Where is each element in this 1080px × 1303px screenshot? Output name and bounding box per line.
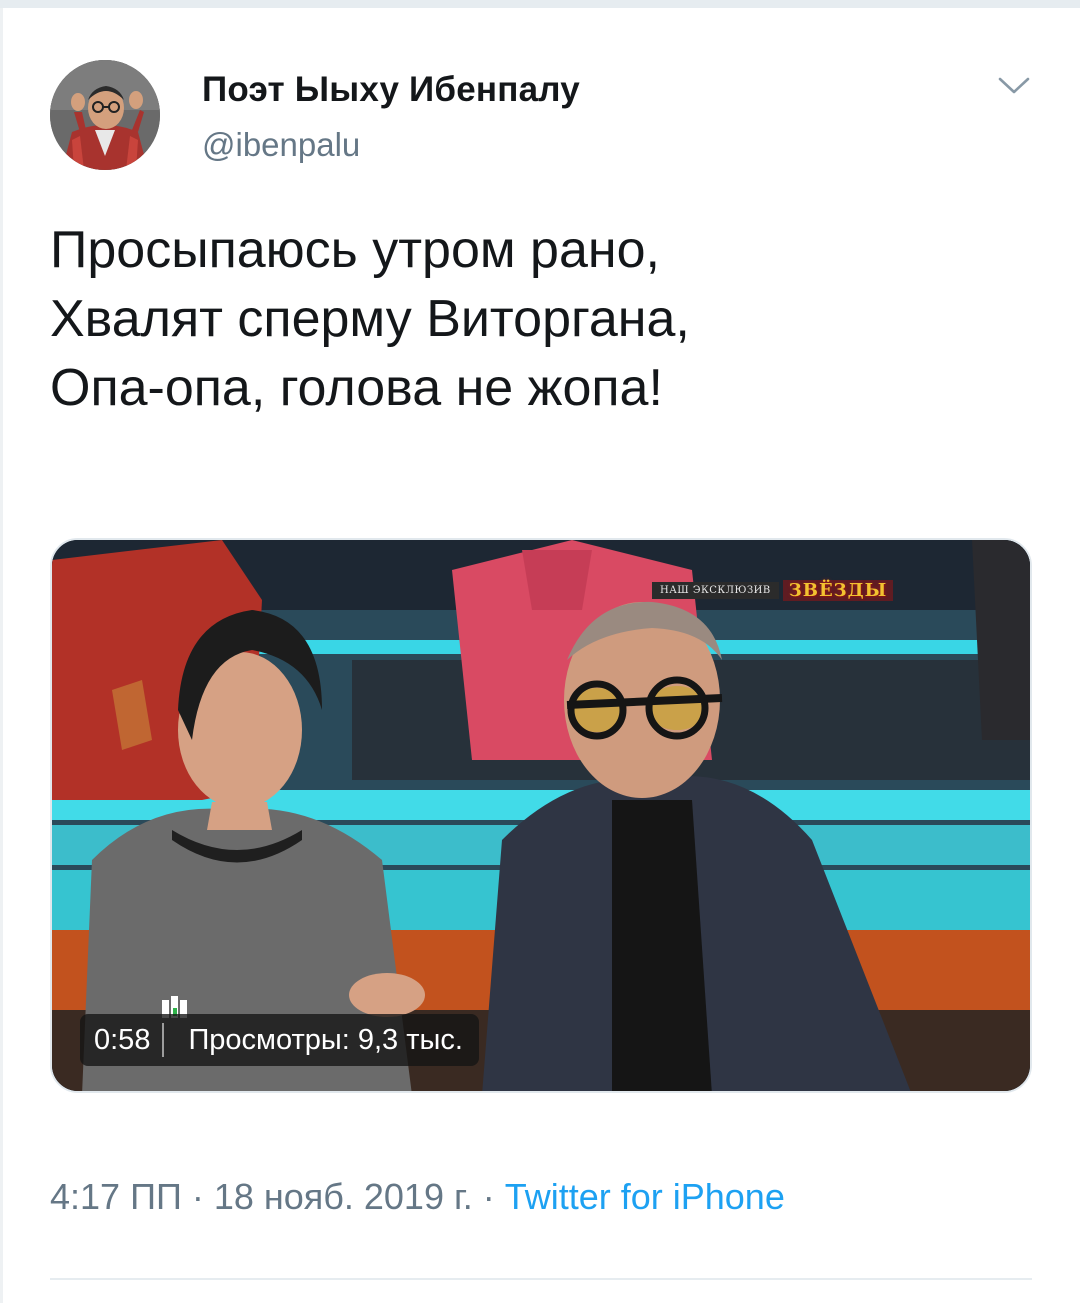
author-avatar[interactable] <box>50 60 160 170</box>
video-player[interactable]: НАШ ЭКСКЛЮЗИВ ЗВЁЗДЫ 0:58 Просмотры: 9,3… <box>50 538 1032 1093</box>
author-handle[interactable]: @ibenpalu <box>202 126 360 164</box>
exclusive-tag: НАШ ЭКСКЛЮЗИВ <box>652 582 779 599</box>
tweet-time[interactable]: 4:17 ПП <box>50 1176 182 1217</box>
video-stats-badge: 0:58 Просмотры: 9,3 тыс. <box>80 1014 479 1066</box>
bottom-divider <box>50 1278 1032 1280</box>
video-duration: 0:58 <box>94 1024 151 1056</box>
tweet-options-button[interactable] <box>992 66 1036 106</box>
video-view-count: Просмотры: 9,3 тыс. <box>188 1024 463 1056</box>
video-frame <box>52 540 1030 1091</box>
tweet-source-link[interactable]: Twitter for iPhone <box>505 1176 785 1217</box>
tweet-line: Хвалят сперму Виторгана, <box>50 290 690 348</box>
chevron-down-icon <box>998 77 1030 94</box>
meta-separator: · <box>472 1176 505 1217</box>
left-edge <box>0 8 3 1303</box>
tweet-date[interactable]: 18 нояб. 2019 г. <box>214 1176 473 1217</box>
show-logo: ЗВЁЗДЫ <box>782 580 894 601</box>
tweet-meta: 4:17 ПП · 18 нояб. 2019 г. · Twitter for… <box>50 1176 785 1218</box>
tweet-line: Просыпаюсь утром рано, <box>50 221 660 279</box>
avatar-photo-icon <box>50 60 160 170</box>
meta-separator: · <box>181 1176 214 1217</box>
tweet-text: Просыпаюсь утром рано, Хвалят сперму Вит… <box>50 216 1030 423</box>
top-divider <box>0 0 1080 8</box>
show-badge: НАШ ЭКСКЛЮЗИВ ЗВЁЗДЫ <box>652 580 894 601</box>
author-name[interactable]: Поэт Ыыху Ибенпалу <box>202 70 580 110</box>
tweet-line: Опа-опа, голова не жопа! <box>50 359 663 417</box>
